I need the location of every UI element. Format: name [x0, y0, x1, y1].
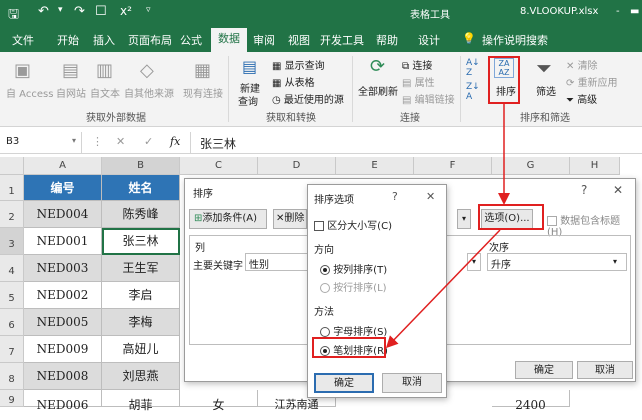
annotation-arrows	[385, 104, 510, 349]
arrow-options-to-stroke	[385, 229, 501, 349]
